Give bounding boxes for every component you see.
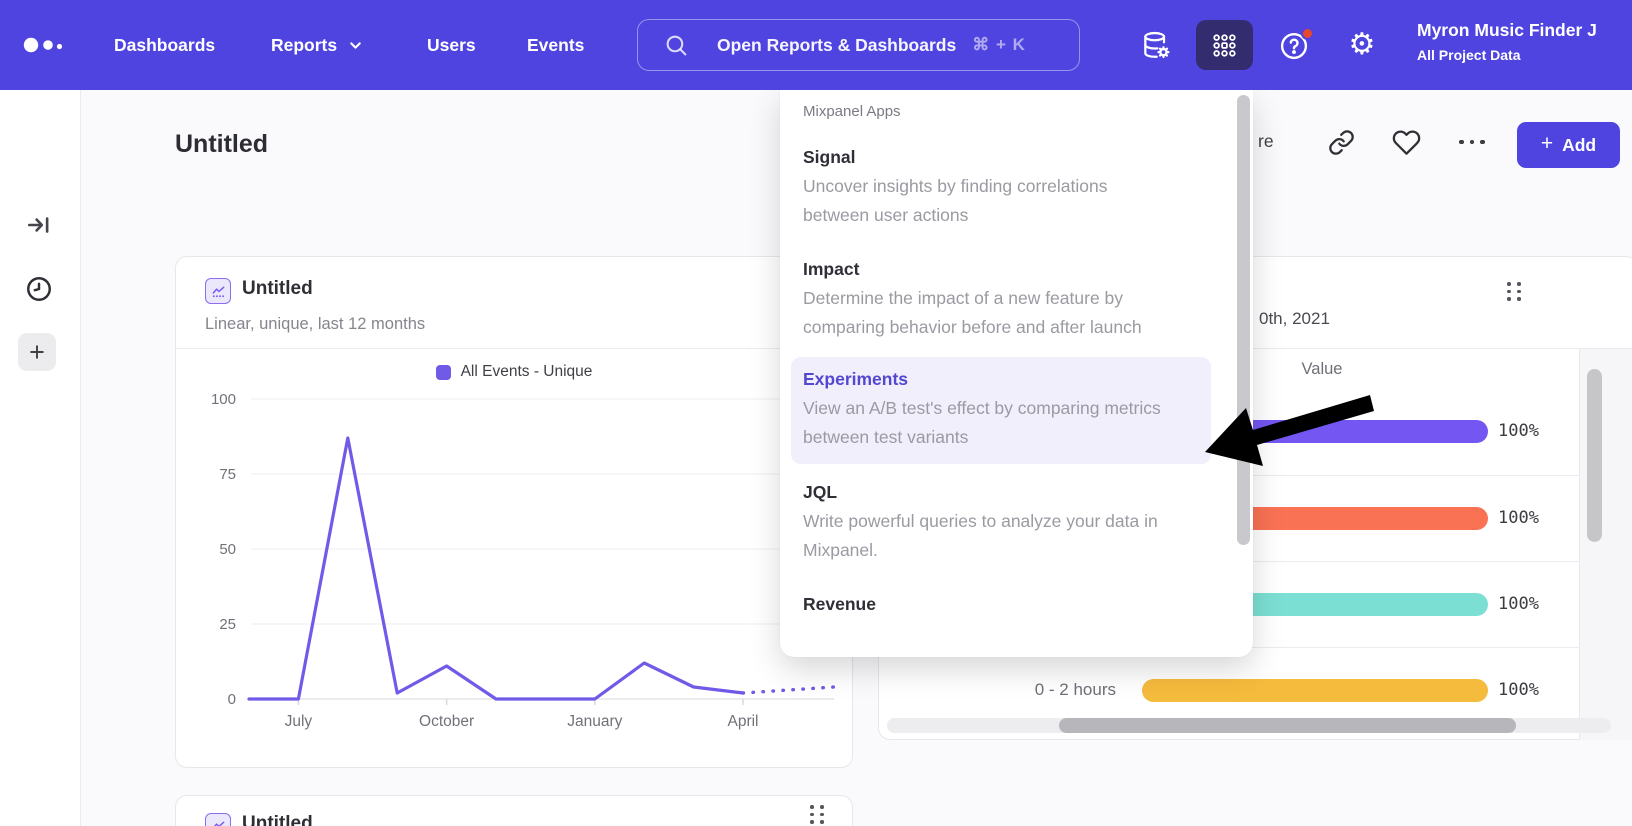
nav-users[interactable]: Users bbox=[427, 0, 476, 90]
divider bbox=[176, 348, 852, 349]
left-sidebar bbox=[0, 90, 81, 826]
svg-text:50: 50 bbox=[219, 541, 236, 558]
link-icon bbox=[1328, 129, 1355, 156]
app-item-name: JQL bbox=[803, 482, 1189, 503]
nav-users-label: Users bbox=[427, 35, 476, 56]
app-item-description: View an A/B test's effect by comparing m… bbox=[803, 394, 1175, 452]
apps-menu-panel: Mixpanel Apps Signal Uncover insights by… bbox=[780, 90, 1253, 657]
app-item-name: Experiments bbox=[803, 369, 1195, 390]
column-header-value: Value bbox=[1247, 360, 1397, 379]
help-button[interactable] bbox=[1278, 30, 1310, 62]
search-input[interactable]: Open Reports & Dashboards ⌘ + K bbox=[637, 19, 1080, 71]
drag-handle[interactable] bbox=[810, 805, 824, 824]
app-item-description: Determine the impact of a new feature by… bbox=[803, 284, 1175, 342]
more-options-button[interactable] bbox=[1452, 136, 1492, 148]
horizontal-scrollbar[interactable] bbox=[1059, 718, 1516, 733]
copy-link-button[interactable] bbox=[1326, 127, 1356, 157]
data-management-button[interactable] bbox=[1136, 28, 1176, 64]
line-chart-card: Untitled Linear, unique, last 12 months … bbox=[175, 256, 853, 768]
user-project: All Project Data bbox=[1417, 47, 1632, 63]
card-subtitle: Linear, unique, last 12 months bbox=[205, 315, 425, 334]
apps-grid-icon bbox=[1211, 32, 1238, 59]
svg-text:100: 100 bbox=[211, 391, 236, 408]
recent-button[interactable] bbox=[24, 274, 54, 304]
mixpanel-logo-icon[interactable] bbox=[22, 31, 66, 64]
line-chart-type-icon bbox=[205, 813, 231, 826]
clock-icon bbox=[25, 275, 53, 303]
app-item-name: Revenue bbox=[803, 594, 1189, 615]
card-title[interactable]: Untitled bbox=[242, 813, 313, 826]
expand-sidebar-button[interactable] bbox=[24, 210, 54, 240]
line-chart-type-icon bbox=[205, 278, 231, 304]
card-title[interactable]: Untitled bbox=[242, 278, 313, 300]
add-new-button[interactable] bbox=[18, 333, 56, 371]
plus-icon bbox=[27, 342, 47, 362]
panel-scrollbar[interactable] bbox=[1237, 95, 1250, 545]
nav-dashboards[interactable]: Dashboards bbox=[114, 0, 215, 90]
nav-dashboards-label: Dashboards bbox=[114, 35, 215, 56]
search-icon bbox=[664, 33, 689, 58]
svg-text:January: January bbox=[567, 713, 622, 730]
plus-icon: + bbox=[1541, 132, 1553, 156]
table-row[interactable]: 0 - 2 hours 100% bbox=[879, 647, 1579, 717]
app-item-description: Uncover insights by finding correlations… bbox=[803, 172, 1175, 230]
svg-text:April: April bbox=[727, 713, 758, 730]
settings-button[interactable]: ⚙ bbox=[1344, 26, 1380, 64]
gear-icon: ⚙ bbox=[1349, 30, 1376, 60]
row-label: 0 - 2 hours bbox=[879, 680, 1116, 700]
row-percent: 100% bbox=[1498, 508, 1539, 528]
nav-events[interactable]: Events bbox=[527, 0, 584, 90]
apps-menu-item-signal[interactable]: Signal Uncover insights by finding corre… bbox=[803, 147, 1189, 230]
apps-menu-item-jql[interactable]: JQL Write powerful queries to analyze yo… bbox=[803, 482, 1189, 565]
page-title: Untitled bbox=[175, 130, 268, 159]
vertical-scrollbar[interactable] bbox=[1587, 369, 1602, 542]
notification-dot bbox=[1301, 27, 1314, 40]
apps-menu-button[interactable] bbox=[1196, 20, 1253, 70]
share-button-partial[interactable]: re bbox=[1258, 131, 1274, 152]
value-bar bbox=[1142, 679, 1488, 702]
add-button-label: Add bbox=[1562, 135, 1596, 156]
row-percent: 100% bbox=[1498, 594, 1539, 614]
nav-reports[interactable]: Reports bbox=[271, 0, 364, 90]
nav-events-label: Events bbox=[527, 35, 584, 56]
database-gear-icon bbox=[1140, 30, 1172, 62]
search-shortcut: ⌘ + K bbox=[972, 35, 1026, 55]
search-placeholder: Open Reports & Dashboards bbox=[717, 35, 956, 56]
svg-text:25: 25 bbox=[219, 616, 236, 633]
legend-swatch bbox=[436, 365, 451, 380]
drag-handle[interactable] bbox=[1507, 282, 1521, 301]
user-name: Myron Music Finder J bbox=[1417, 20, 1632, 41]
nav-reports-label: Reports bbox=[271, 35, 337, 56]
chevron-down-icon bbox=[347, 37, 364, 54]
app-item-description: Write powerful queries to analyze your d… bbox=[803, 507, 1175, 565]
row-percent: 100% bbox=[1498, 421, 1539, 441]
user-menu[interactable]: Myron Music Finder J All Project Data bbox=[1417, 20, 1632, 63]
heart-icon bbox=[1392, 128, 1421, 157]
svg-text:July: July bbox=[285, 713, 313, 730]
add-button[interactable]: + Add bbox=[1517, 122, 1620, 168]
apps-menu-item-experiments[interactable]: Experiments View an A/B test's effect by… bbox=[791, 357, 1211, 464]
apps-menu-title: Mixpanel Apps bbox=[803, 103, 1189, 120]
arrow-to-bar-icon bbox=[26, 212, 52, 238]
svg-text:75: 75 bbox=[219, 466, 236, 483]
svg-text:0: 0 bbox=[228, 691, 236, 708]
favorite-button[interactable] bbox=[1390, 126, 1422, 158]
apps-menu-item-revenue[interactable]: Revenue bbox=[803, 594, 1189, 615]
app-item-name: Signal bbox=[803, 147, 1189, 168]
row-percent: 100% bbox=[1498, 680, 1539, 700]
card-subtitle-partial: 0th, 2021 bbox=[1259, 309, 1330, 329]
svg-text:October: October bbox=[419, 713, 474, 730]
app-item-name: Impact bbox=[803, 259, 1189, 280]
apps-menu-item-impact[interactable]: Impact Determine the impact of a new fea… bbox=[803, 259, 1189, 342]
top-navbar: Dashboards Reports Users Events Open Rep… bbox=[0, 0, 1632, 90]
chart-legend[interactable]: All Events - Unique bbox=[176, 363, 852, 381]
legend-label: All Events - Unique bbox=[461, 363, 593, 381]
second-chart-card: Untitled bbox=[175, 795, 853, 826]
